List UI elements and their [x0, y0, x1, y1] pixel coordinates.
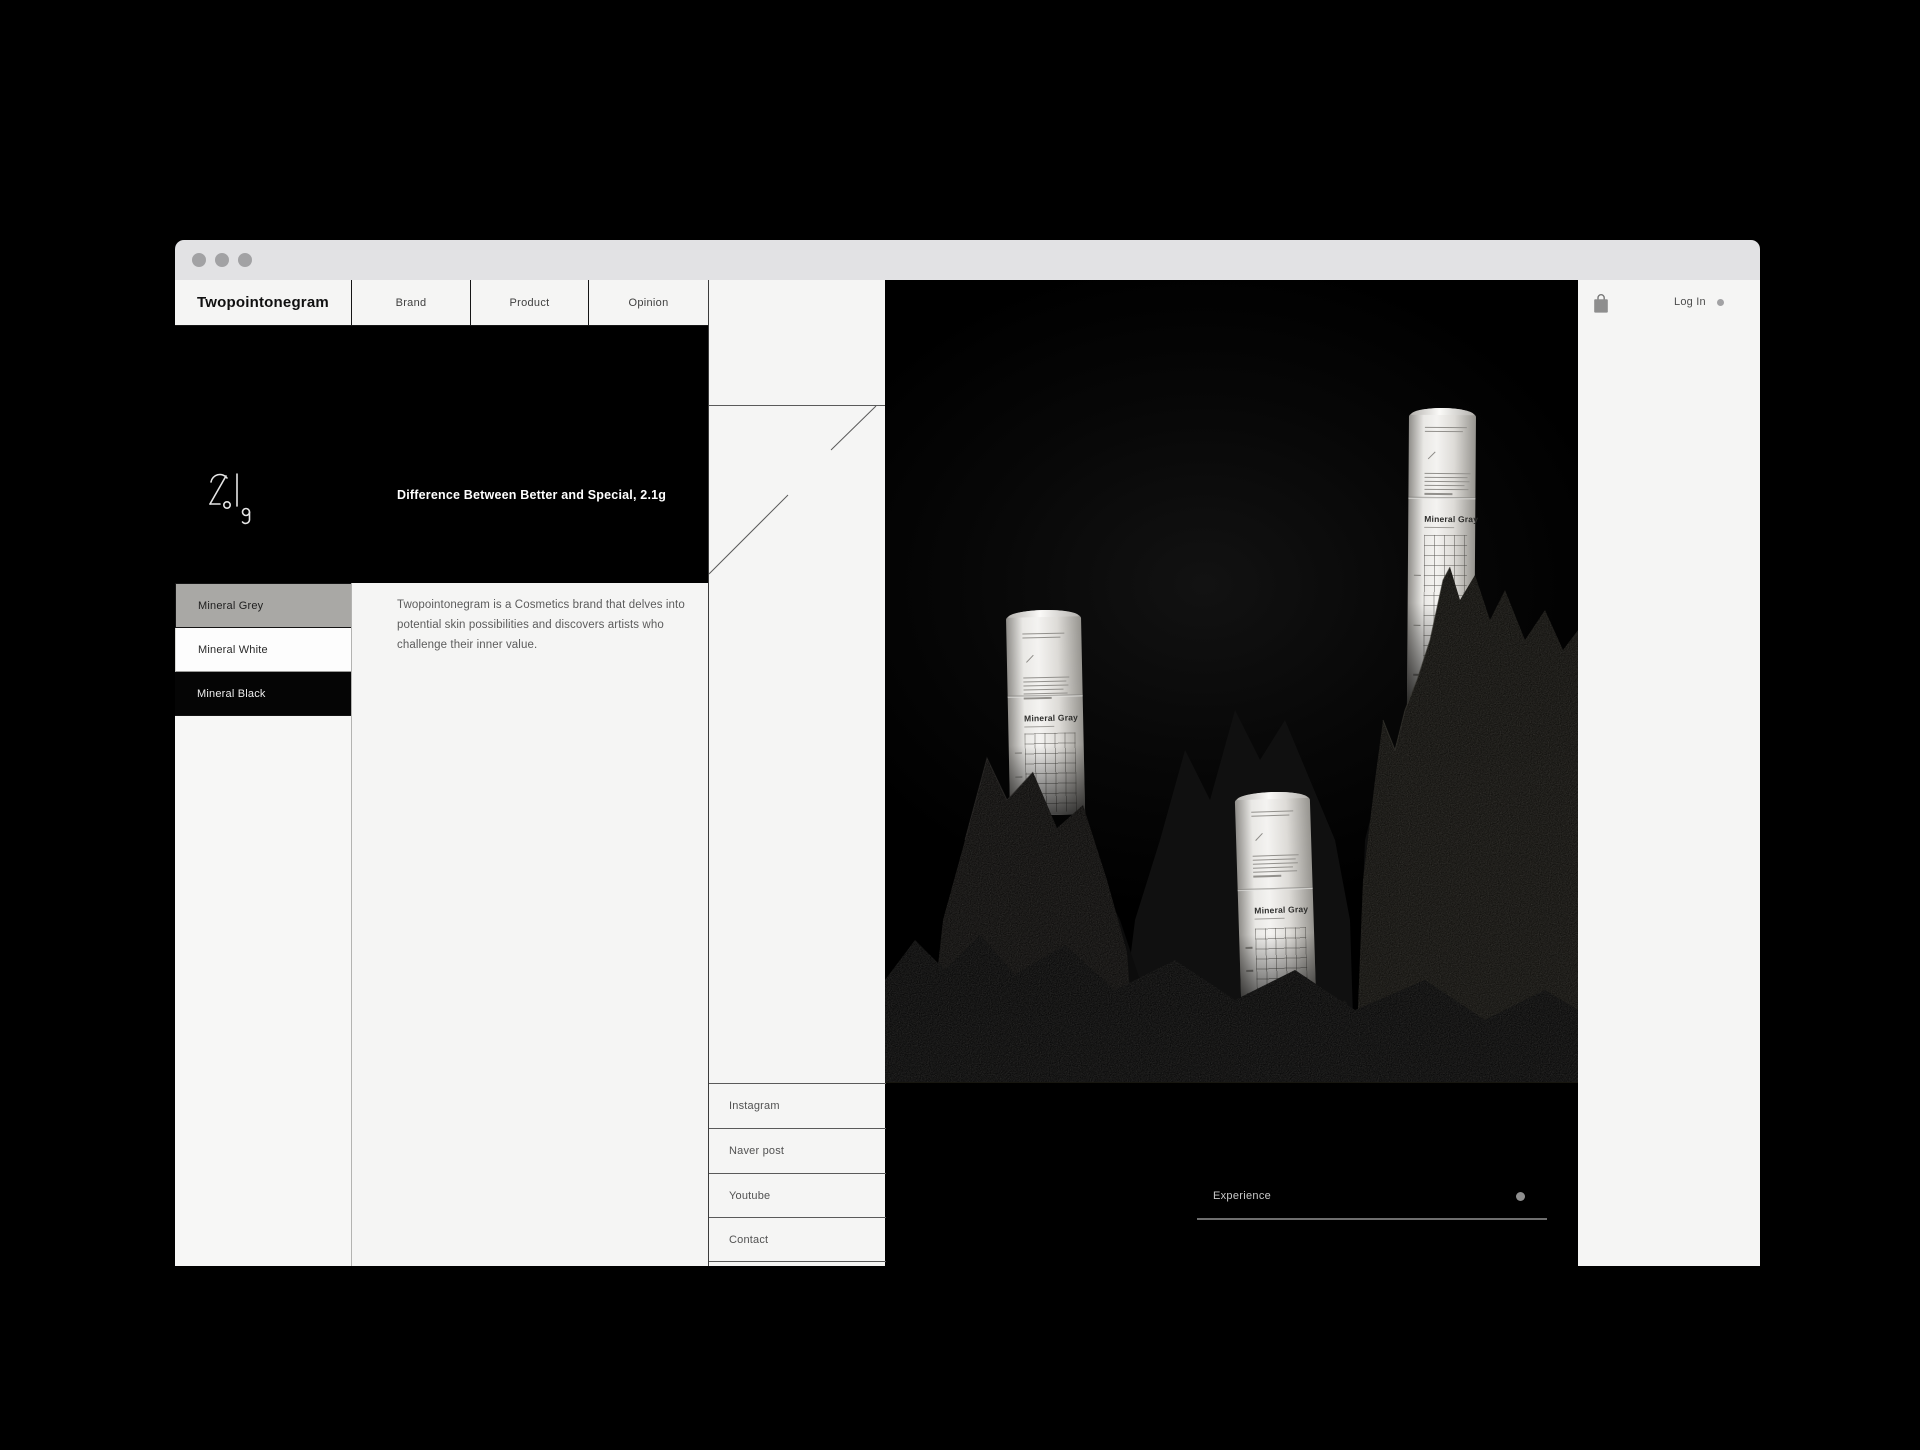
nav-tab-brand[interactable]: Brand	[352, 280, 471, 325]
hero-tagline: Difference Between Better and Special, 2…	[397, 488, 666, 502]
two-point-one-gram-logo-icon	[203, 468, 265, 526]
product-sidebar: Mineral Grey Mineral White Mineral Black	[175, 583, 352, 1266]
sidebar-item-mineral-white[interactable]: Mineral White	[175, 628, 351, 672]
main-navigation: Twopointonegram Brand Product Opinion	[175, 280, 708, 326]
brand-description-panel: Twopointonegram is a Cosmetics brand tha…	[352, 583, 708, 1266]
browser-window: Twopointonegram Brand Product Opinion Di…	[175, 240, 1760, 1266]
page-background: Twopointonegram Brand Product Opinion Di…	[0, 0, 1920, 1450]
hero-panel: Difference Between Better and Special, 2…	[175, 326, 708, 583]
experience-underline	[1197, 1218, 1547, 1220]
window-titlebar	[175, 240, 1760, 280]
rocks-front	[885, 280, 1578, 1083]
sidebar-item-mineral-grey[interactable]: Mineral Grey	[175, 583, 351, 628]
middle-column: Instagram Naver post Youtube Contact	[708, 280, 885, 1266]
login-link[interactable]: Log In	[1674, 296, 1706, 308]
description-line: potential skin possibilities and discove…	[397, 615, 685, 635]
shopping-bag-icon[interactable]	[1593, 293, 1609, 314]
window-close-button[interactable]	[192, 253, 206, 267]
description-line: Twopointonegram is a Cosmetics brand tha…	[397, 595, 685, 615]
brand-description-text: Twopointonegram is a Cosmetics brand tha…	[397, 595, 685, 655]
product-hero-photo: Mineral Gray Mineral Gray Mineral Gray	[885, 280, 1578, 1083]
brand-logo-link[interactable]: Twopointonegram	[175, 280, 352, 325]
experience-link[interactable]: Experience	[1197, 1180, 1547, 1225]
experience-label: Experience	[1213, 1190, 1271, 1202]
link-naver-post[interactable]: Naver post	[709, 1128, 886, 1173]
window-maximize-button[interactable]	[238, 253, 252, 267]
link-contact[interactable]: Contact	[709, 1217, 886, 1262]
login-status-dot	[1717, 299, 1724, 306]
right-panel: Log In	[1578, 280, 1760, 1266]
nav-tab-product[interactable]: Product	[471, 280, 589, 325]
social-links-menu: Instagram Naver post Youtube Contact	[709, 1083, 886, 1262]
nav-tab-opinion[interactable]: Opinion	[589, 280, 708, 325]
sidebar-item-mineral-black[interactable]: Mineral Black	[175, 672, 351, 716]
experience-dot-icon	[1516, 1192, 1525, 1201]
description-line: challenge their inner value.	[397, 635, 685, 655]
link-youtube[interactable]: Youtube	[709, 1173, 886, 1217]
window-minimize-button[interactable]	[215, 253, 229, 267]
link-instagram[interactable]: Instagram	[709, 1083, 886, 1128]
